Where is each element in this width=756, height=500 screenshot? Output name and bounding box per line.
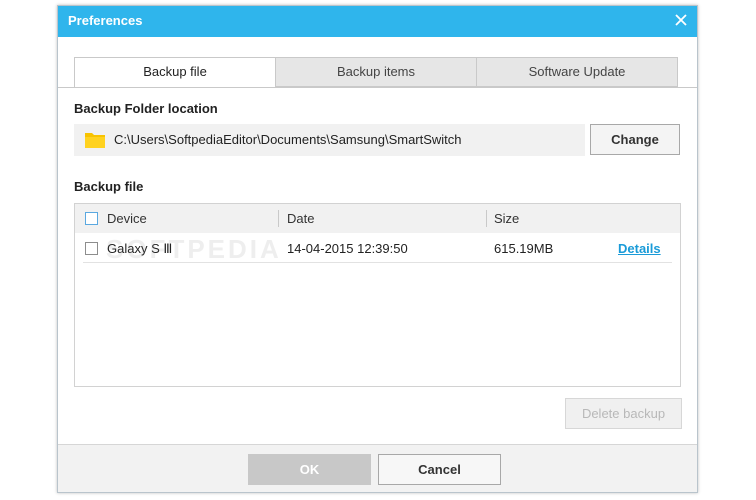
- column-separator[interactable]: [278, 210, 279, 227]
- backup-folder-heading: Backup Folder location: [74, 101, 218, 116]
- row-divider: [83, 262, 672, 263]
- tab-software-update[interactable]: Software Update: [476, 57, 678, 87]
- row-checkbox[interactable]: [85, 242, 98, 255]
- title-bar: Preferences: [58, 6, 697, 37]
- column-separator[interactable]: [486, 210, 487, 227]
- dialog-footer: OK Cancel: [58, 444, 697, 492]
- column-header-device: Device: [107, 211, 147, 226]
- delete-backup-button[interactable]: Delete backup: [565, 398, 682, 429]
- change-button[interactable]: Change: [590, 124, 680, 155]
- backup-folder-path: C:\Users\SoftpediaEditor\Documents\Samsu…: [114, 132, 462, 147]
- backup-folder-path-field: C:\Users\SoftpediaEditor\Documents\Samsu…: [74, 124, 585, 156]
- select-all-checkbox[interactable]: [85, 212, 98, 225]
- column-header-size: Size: [494, 211, 520, 226]
- column-header-date: Date: [287, 211, 315, 226]
- row-size: 615.19MB: [494, 241, 554, 256]
- backup-file-table: Device Date Size Galaxy S Ⅲ 14-04-2015 1…: [74, 203, 681, 387]
- table-row[interactable]: Galaxy S Ⅲ 14-04-2015 12:39:50 615.19MB …: [75, 234, 680, 263]
- details-link[interactable]: Details: [618, 241, 661, 256]
- tab-backup-file[interactable]: Backup file: [74, 57, 276, 88]
- dialog-title: Preferences: [68, 13, 143, 28]
- tab-backup-items[interactable]: Backup items: [275, 57, 477, 87]
- table-header: Device Date Size: [75, 204, 680, 233]
- tab-divider: [58, 87, 697, 88]
- close-icon[interactable]: [673, 12, 689, 28]
- folder-icon: [85, 133, 105, 148]
- preferences-dialog: Preferences Backup file Backup items Sof…: [57, 5, 698, 493]
- ok-button[interactable]: OK: [248, 454, 371, 485]
- backup-file-heading: Backup file: [74, 179, 144, 194]
- row-device: Galaxy S Ⅲ: [107, 241, 173, 256]
- tab-bar: Backup file Backup items Software Update: [74, 57, 678, 88]
- row-date: 14-04-2015 12:39:50: [287, 241, 408, 256]
- cancel-button[interactable]: Cancel: [378, 454, 501, 485]
